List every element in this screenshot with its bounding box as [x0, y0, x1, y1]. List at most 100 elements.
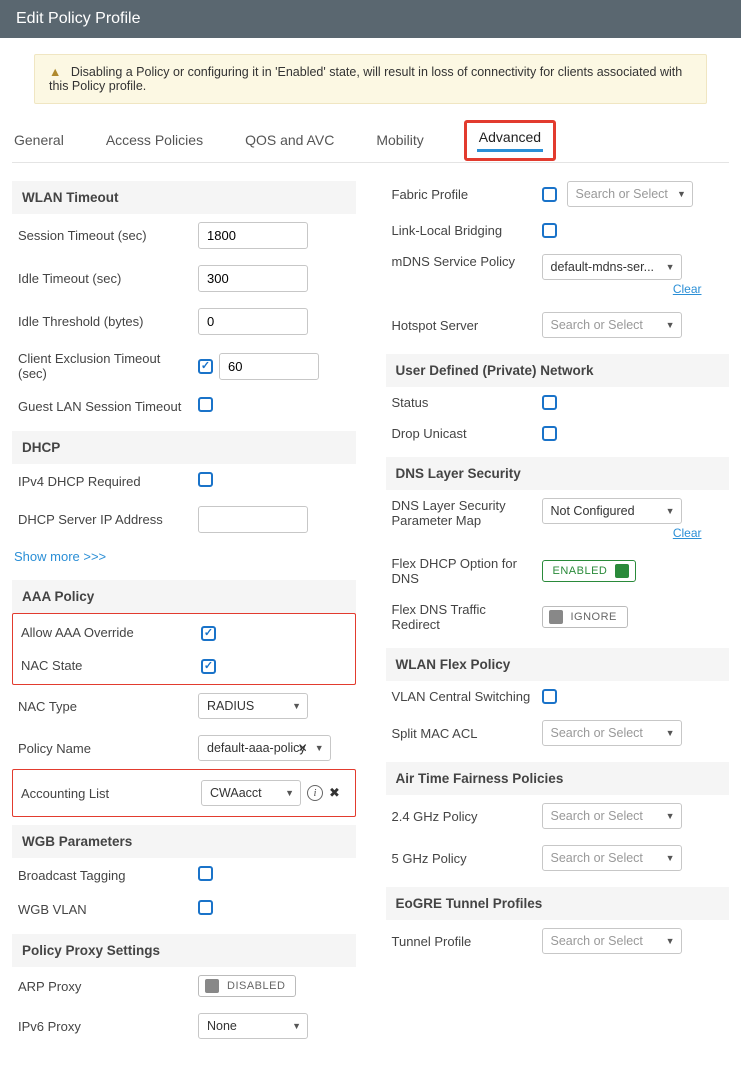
- atf-24ghz-select[interactable]: Search or Select ▼: [542, 803, 682, 829]
- chevron-down-icon: ▼: [666, 262, 675, 272]
- aaa-policy-name-select[interactable]: default-aaa-policy ✕ ▼: [198, 735, 331, 761]
- udn-status-checkbox[interactable]: [542, 395, 557, 410]
- ipv6-proxy-value: None: [207, 1019, 237, 1033]
- tunnel-profile-select[interactable]: Search or Select ▼: [542, 928, 682, 954]
- session-timeout-label: Session Timeout (sec): [18, 228, 198, 243]
- chevron-down-icon: ▼: [315, 743, 324, 753]
- split-mac-acl-placeholder: Search or Select: [551, 726, 643, 740]
- vlan-central-switching-checkbox[interactable]: [542, 689, 557, 704]
- link-local-bridging-checkbox[interactable]: [542, 223, 557, 238]
- tab-bar: General Access Policies QOS and AVC Mobi…: [12, 122, 729, 163]
- tab-advanced-highlight: Advanced: [464, 120, 556, 161]
- chevron-down-icon: ▼: [292, 1021, 301, 1031]
- atf-5ghz-label: 5 GHz Policy: [392, 851, 542, 866]
- flex-dns-redirect-toggle[interactable]: IGNORE: [542, 606, 628, 628]
- mdns-clear-link[interactable]: Clear: [542, 282, 702, 296]
- split-mac-acl-label: Split MAC ACL: [392, 726, 542, 741]
- ipv6-proxy-select[interactable]: None ▼: [198, 1013, 308, 1039]
- client-exclusion-checkbox[interactable]: [198, 359, 213, 374]
- section-eogre-tunnel: EoGRE Tunnel Profiles: [386, 887, 730, 920]
- client-exclusion-label: Client Exclusion Timeout (sec): [18, 351, 198, 381]
- toggle-indicator: [615, 564, 629, 578]
- mdns-service-policy-select[interactable]: default-mdns-ser... ▼: [542, 254, 682, 280]
- session-timeout-input[interactable]: [198, 222, 308, 249]
- wgb-vlan-label: WGB VLAN: [18, 902, 198, 917]
- link-local-bridging-label: Link-Local Bridging: [392, 223, 542, 238]
- idle-threshold-label: Idle Threshold (bytes): [18, 314, 198, 329]
- dns-clear-link[interactable]: Clear: [542, 526, 702, 540]
- fabric-profile-select[interactable]: Search or Select ▼: [567, 181, 693, 207]
- ipv4-dhcp-required-checkbox[interactable]: [198, 472, 213, 487]
- hotspot-server-select[interactable]: Search or Select ▼: [542, 312, 682, 338]
- tab-mobility[interactable]: Mobility: [374, 122, 441, 162]
- dns-parameter-map-select[interactable]: Not Configured ▼: [542, 498, 682, 524]
- nac-type-value: RADIUS: [207, 699, 254, 713]
- wgb-vlan-checkbox[interactable]: [198, 900, 213, 915]
- tab-general[interactable]: General: [12, 122, 82, 162]
- arp-proxy-toggle[interactable]: DISABLED: [198, 975, 296, 997]
- guest-lan-timeout-checkbox[interactable]: [198, 397, 213, 412]
- client-exclusion-input[interactable]: [219, 353, 319, 380]
- vlan-central-switching-label: VLAN Central Switching: [392, 689, 542, 704]
- chevron-down-icon: ▼: [666, 320, 675, 330]
- allow-aaa-override-checkbox[interactable]: [201, 626, 216, 641]
- toggle-indicator: [549, 610, 563, 624]
- section-wgb-parameters: WGB Parameters: [12, 825, 356, 858]
- atf-24ghz-placeholder: Search or Select: [551, 809, 643, 823]
- idle-threshold-input[interactable]: [198, 308, 308, 335]
- fabric-profile-label: Fabric Profile: [392, 187, 542, 202]
- chevron-down-icon: ▼: [666, 811, 675, 821]
- dns-parameter-map-label: DNS Layer Security Parameter Map: [392, 498, 542, 528]
- idle-timeout-label: Idle Timeout (sec): [18, 271, 198, 286]
- ipv6-proxy-label: IPv6 Proxy: [18, 1019, 198, 1034]
- arp-proxy-label: ARP Proxy: [18, 979, 198, 994]
- flex-dhcp-dns-toggle[interactable]: ENABLED: [542, 560, 637, 582]
- section-dns-layer-security: DNS Layer Security: [386, 457, 730, 490]
- guest-lan-timeout-label: Guest LAN Session Timeout: [18, 399, 198, 414]
- section-wlan-timeout: WLAN Timeout: [12, 181, 356, 214]
- clear-selection-icon[interactable]: ✕: [298, 741, 308, 755]
- udn-status-label: Status: [392, 395, 542, 410]
- chevron-down-icon: ▼: [666, 728, 675, 738]
- ipv4-dhcp-required-label: IPv4 DHCP Required: [18, 474, 198, 489]
- mdns-service-policy-value: default-mdns-ser...: [551, 260, 655, 274]
- aaa-policy-name-value: default-aaa-policy: [207, 741, 306, 755]
- nac-state-checkbox[interactable]: [201, 659, 216, 674]
- tab-qos-avc[interactable]: QOS and AVC: [243, 122, 352, 162]
- accounting-list-label: Accounting List: [21, 786, 201, 801]
- chevron-down-icon: ▼: [666, 506, 675, 516]
- nac-state-label: NAC State: [21, 658, 201, 673]
- show-more-link[interactable]: Show more >>>: [14, 549, 106, 564]
- toggle-indicator: [205, 979, 219, 993]
- flex-dhcp-dns-label: Flex DHCP Option for DNS: [392, 556, 542, 586]
- page-title: Edit Policy Profile: [0, 0, 741, 38]
- accounting-list-value: CWAacct: [210, 786, 262, 800]
- tab-advanced[interactable]: Advanced: [477, 127, 543, 152]
- tunnel-profile-label: Tunnel Profile: [392, 934, 542, 949]
- dhcp-server-ip-input[interactable]: [198, 506, 308, 533]
- section-aaa-policy: AAA Policy: [12, 580, 356, 613]
- fabric-profile-checkbox[interactable]: [542, 187, 557, 202]
- chevron-down-icon: ▼: [292, 701, 301, 711]
- atf-5ghz-placeholder: Search or Select: [551, 851, 643, 865]
- allow-aaa-override-label: Allow AAA Override: [21, 625, 201, 640]
- idle-timeout-input[interactable]: [198, 265, 308, 292]
- broadcast-tagging-checkbox[interactable]: [198, 866, 213, 881]
- chevron-down-icon: ▼: [666, 853, 675, 863]
- drop-unicast-checkbox[interactable]: [542, 426, 557, 441]
- split-mac-acl-select[interactable]: Search or Select ▼: [542, 720, 682, 746]
- section-udn: User Defined (Private) Network: [386, 354, 730, 387]
- dhcp-server-ip-label: DHCP Server IP Address: [18, 512, 198, 527]
- section-policy-proxy: Policy Proxy Settings: [12, 934, 356, 967]
- tab-access-policies[interactable]: Access Policies: [104, 122, 221, 162]
- chevron-down-icon: ▼: [285, 788, 294, 798]
- atf-5ghz-select[interactable]: Search or Select ▼: [542, 845, 682, 871]
- remove-icon[interactable]: ✖: [329, 785, 340, 801]
- accounting-list-select[interactable]: CWAacct ▼: [201, 780, 301, 806]
- nac-type-select[interactable]: RADIUS ▼: [198, 693, 308, 719]
- warning-icon: ▲: [49, 65, 61, 79]
- chevron-down-icon: ▼: [666, 936, 675, 946]
- section-atf-policies: Air Time Fairness Policies: [386, 762, 730, 795]
- mdns-service-policy-label: mDNS Service Policy: [392, 254, 542, 269]
- info-icon[interactable]: i: [307, 785, 323, 801]
